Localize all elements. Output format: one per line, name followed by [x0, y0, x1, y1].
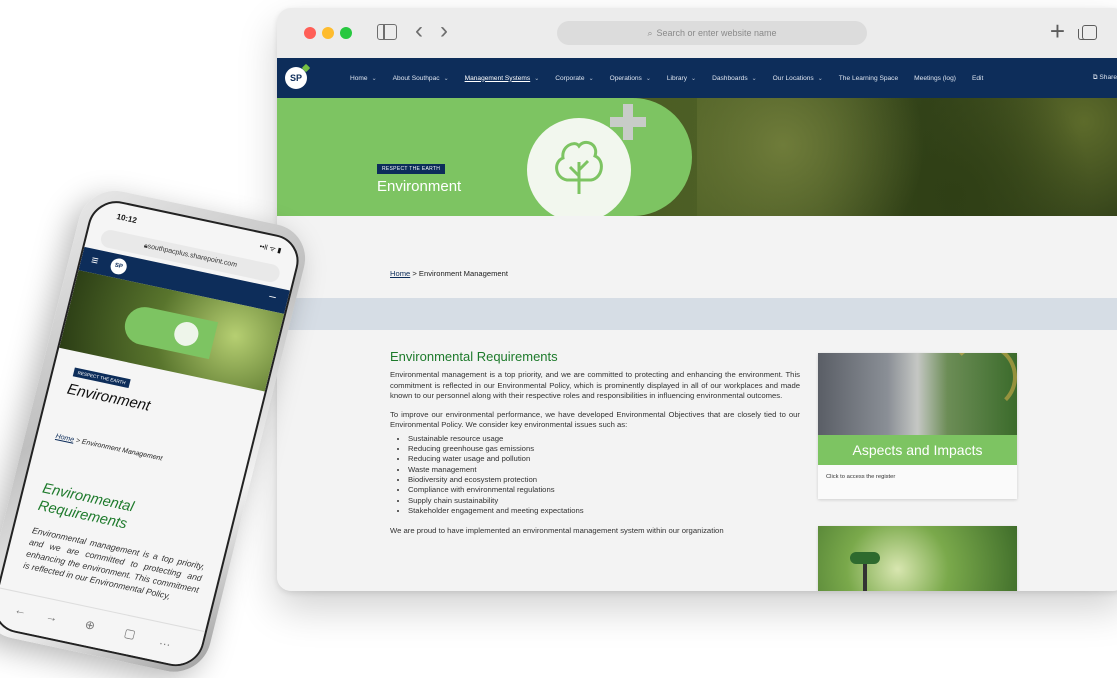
- address-bar[interactable]: ⌕ Search or enter website name: [557, 21, 867, 45]
- list-item: Biodiversity and ecosystem protection: [408, 475, 800, 485]
- nav-item-about[interactable]: About Southpac ⌄: [393, 75, 449, 82]
- close-window-button[interactable]: [304, 27, 316, 39]
- list-item: Reducing greenhouse gas emissions: [408, 444, 800, 454]
- phone-mockup: 10:12 ••ll ᯤ ▮ 🔒︎southpacplus.sharepoint…: [0, 184, 313, 678]
- share-button[interactable]: ⧉ Share: [1093, 58, 1117, 98]
- list-item: Sustainable resource usage: [408, 434, 800, 444]
- chevron-down-icon: ⌄: [588, 75, 594, 82]
- phone-site-logo[interactable]: SP: [108, 256, 129, 276]
- plus-mark-icon: [610, 104, 646, 140]
- new-tab-icon[interactable]: +: [1050, 17, 1065, 45]
- water-card-image[interactable]: [818, 526, 1017, 591]
- sprinkler-image: [850, 552, 880, 564]
- nav-menu: Home ⌄ About Southpac ⌄ Management Systems…: [350, 58, 983, 98]
- sidebar-toggle-icon[interactable]: [377, 24, 397, 40]
- breadcrumb-home-link[interactable]: Home: [390, 269, 410, 278]
- address-bar-placeholder: Search or enter website name: [656, 28, 777, 38]
- chevron-down-icon: ⌄: [371, 75, 377, 82]
- list-item: Waste management: [408, 465, 800, 475]
- paragraph-3: We are proud to have implemented an envi…: [390, 526, 724, 536]
- paragraph-1: Environmental management is a top priori…: [390, 370, 800, 400]
- chevron-down-icon: ⌄: [751, 75, 757, 82]
- back-icon[interactable]: ←: [13, 602, 28, 618]
- nav-item-dashboards[interactable]: Dashboards ⌄: [712, 75, 757, 82]
- aspects-card-image: [818, 353, 1017, 435]
- phone-breadcrumb-home-link[interactable]: Home: [55, 433, 75, 444]
- page-body: Home > Environment Management Environmen…: [277, 216, 1117, 591]
- list-item: Reducing water usage and pollution: [408, 454, 800, 464]
- breadcrumb-separator: >: [410, 269, 419, 278]
- new-tab-icon[interactable]: ⊕: [83, 617, 96, 633]
- nav-item-learning-space[interactable]: The Learning Space: [839, 75, 898, 82]
- nav-item-operations[interactable]: Operations ⌄: [610, 75, 651, 82]
- chevron-down-icon: ⌄: [534, 75, 540, 82]
- breadcrumb-current: Environment Management: [418, 269, 508, 278]
- site-navigation: SP Home ⌄ About Southpac ⌄ Management Syst…: [277, 58, 1117, 98]
- forward-icon[interactable]: ›: [440, 18, 448, 44]
- collapse-icon[interactable]: –: [268, 289, 278, 304]
- nav-item-library[interactable]: Library ⌄: [667, 75, 696, 82]
- chevron-down-icon: ⌄: [817, 75, 823, 82]
- back-icon[interactable]: ‹: [415, 18, 423, 44]
- page-title: Environment: [377, 178, 462, 195]
- phone-page-title: Environment: [65, 380, 153, 415]
- more-icon[interactable]: …: [158, 633, 173, 649]
- list-item: Stakeholder engagement and meeting expec…: [408, 506, 800, 516]
- nav-item-meetings[interactable]: Meetings (log): [914, 75, 956, 82]
- chevron-down-icon: ⌄: [691, 75, 697, 82]
- phone-breadcrumb: Home > Environment Management: [55, 433, 163, 462]
- site-logo[interactable]: SP: [285, 67, 307, 89]
- section-divider-strip: [277, 298, 1117, 330]
- browser-window: ‹ › ⌕ Search or enter website name + SP H…: [277, 8, 1117, 591]
- issues-list: Sustainable resource usage Reducing gree…: [408, 434, 800, 516]
- main-content: Environmental Requirements Environmental…: [390, 349, 800, 545]
- list-item: Compliance with environmental regulation…: [408, 485, 800, 495]
- paragraph-2: To improve our environmental performance…: [390, 410, 800, 430]
- signal-battery-icon: ••ll ᯤ ▮: [258, 243, 282, 255]
- chevron-down-icon: ⌄: [443, 75, 449, 82]
- nav-item-corporate[interactable]: Corporate ⌄: [555, 75, 593, 82]
- browser-toolbar: ‹ › ⌕ Search or enter website name +: [277, 8, 1117, 59]
- phone-time: 10:12: [115, 212, 138, 226]
- tab-overview-icon[interactable]: [1078, 25, 1097, 40]
- minimize-window-button[interactable]: [322, 27, 334, 39]
- zoom-window-button[interactable]: [340, 27, 352, 39]
- hero-plant-image: [697, 98, 1117, 216]
- tabs-icon[interactable]: ▢: [123, 626, 137, 642]
- nav-item-locations[interactable]: Our Locations ⌄: [773, 75, 823, 82]
- nav-item-home[interactable]: Home ⌄: [350, 75, 377, 82]
- list-item: Supply chain sustainability: [408, 496, 800, 506]
- hamburger-menu-icon[interactable]: ≡: [90, 253, 100, 268]
- phone-hero-green-shape: [120, 303, 219, 360]
- chevron-down-icon: ⌄: [645, 75, 651, 82]
- aspects-impacts-card[interactable]: Aspects and Impacts Click to access the …: [818, 353, 1017, 499]
- nav-item-management-systems[interactable]: Management Systems ⌄: [465, 75, 540, 82]
- hero-badge: RESPECT THE EARTH: [377, 164, 446, 174]
- aspects-card-caption: Click to access the register: [826, 474, 896, 480]
- breadcrumb: Home > Environment Management: [390, 269, 508, 278]
- aspects-card-title: Aspects and Impacts: [818, 435, 1017, 465]
- sprinkler-stem: [863, 564, 867, 591]
- nav-item-edit[interactable]: Edit: [972, 75, 983, 82]
- section-heading: Environmental Requirements: [390, 349, 558, 364]
- search-icon: ⌕: [647, 28, 653, 38]
- phone-breadcrumb-current: > Environment Management: [73, 436, 163, 463]
- hero-banner: RESPECT THE EARTH Environment: [277, 98, 1117, 216]
